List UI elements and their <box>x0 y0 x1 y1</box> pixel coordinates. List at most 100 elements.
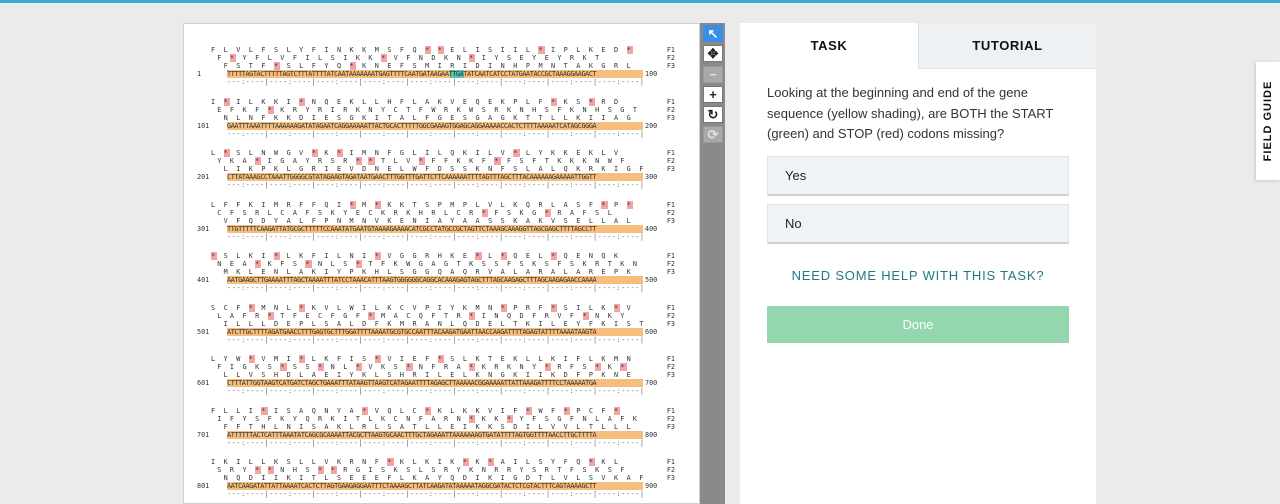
move-icon[interactable]: ✥ <box>703 45 723 62</box>
stop-codon-marker: * <box>506 414 514 423</box>
reading-frame-2: L A F R * T F E C F G F * M A C Q F T R … <box>217 311 627 320</box>
frame-label: F1 <box>666 149 675 157</box>
stop-codon-marker: * <box>582 311 589 320</box>
tab-tutorial[interactable]: TUTORIAL <box>918 23 1096 69</box>
plus-icon[interactable]: + <box>703 86 723 103</box>
dna-start-number: 301 <box>197 224 210 233</box>
dna-start-number: 501 <box>197 327 210 336</box>
refresh-icon[interactable]: ⟳ <box>703 126 723 143</box>
sequence-viewer[interactable]: F L V L F S L Y F I N K K M S F Q * * E … <box>183 23 700 504</box>
frame-label: F3 <box>666 474 675 482</box>
dna-text: AATGAAGCTTGAAAATTTAGCTAAAATTTATCCTAAACAT… <box>227 276 597 284</box>
dna-row: 401 AATGAAGCTTGAAAATTTAGCTAAAATTTATCCTAAA… <box>197 276 695 284</box>
stop-codon-marker: * <box>626 46 633 54</box>
stop-codon-marker: * <box>614 406 621 415</box>
stop-codon-marker: * <box>355 363 363 371</box>
stop-codon-marker: * <box>311 149 319 157</box>
frame-label: F1 <box>666 458 675 466</box>
stop-codon-marker: * <box>544 363 552 371</box>
frame-label: F2 <box>666 105 675 114</box>
top-accent-bar <box>0 0 1280 3</box>
frame-label: F3 <box>666 113 675 122</box>
stop-codon-marker: * <box>255 466 262 474</box>
dna-sequence: AATCAAGATATTATTAAAATCACTCTTAGTGAAGAGGAAT… <box>227 482 643 490</box>
dna-text: GAATTTAAATTTTAAAAAAGATATAGAATCAGGAAAAATT… <box>227 121 597 130</box>
stop-codon-marker: * <box>267 311 274 320</box>
dna-end-number: 300 <box>645 173 658 181</box>
reading-frame-3: N Q D I I K I T L S E E E F L K A Y Q D … <box>223 474 646 482</box>
done-button[interactable]: Done <box>767 306 1069 343</box>
dna-end-number: 400 <box>645 224 658 233</box>
sequence-block: S C F * M N L * K V L W I L K C V P I Y … <box>197 303 695 356</box>
stop-codon-marker: * <box>551 303 558 312</box>
stop-codon-marker: * <box>469 414 476 423</box>
stop-codon-marker: * <box>462 458 470 466</box>
sequence-block: * S L K I * L K F I L N I * V G G R H K … <box>197 252 695 304</box>
reading-frame-1: I * I L K K I * N Q E K L L H F L A K V … <box>211 97 621 106</box>
stop-codon-marker: * <box>381 54 388 62</box>
answer-no-button[interactable]: No <box>767 204 1069 244</box>
stop-codon-marker: * <box>223 97 230 106</box>
position-ruler: ---:----|----:----|----:----|----:----|-… <box>227 181 643 189</box>
help-link[interactable]: NEED SOME HELP WITH THIS TASK? <box>767 268 1069 283</box>
frame-label: F1 <box>666 355 675 363</box>
stop-codon-marker: * <box>500 303 507 312</box>
stop-codon-marker: * <box>588 458 596 466</box>
minus-icon[interactable]: − <box>703 66 723 83</box>
position-ruler: ---:----|----:----|----:----|----:----|-… <box>227 129 643 138</box>
reading-frame-1: L * S L N W G V * K * I M N F G L I L Q … <box>211 149 621 157</box>
dna-end-number: 100 <box>645 70 658 78</box>
frame-label: F3 <box>666 165 675 173</box>
frame-label: F1 <box>666 200 675 209</box>
frame-label: F1 <box>666 406 675 415</box>
field-guide-label: FIELD GUIDE <box>1262 80 1274 162</box>
tab-task[interactable]: TASK <box>740 23 918 69</box>
frame-label: F2 <box>666 208 675 217</box>
dna-start-number: 1 <box>197 70 202 78</box>
stop-codon-marker: * <box>494 157 501 165</box>
frame-label: F2 <box>666 260 675 268</box>
stop-codon-marker: * <box>374 252 382 260</box>
dna-text: ATCTTGCTTTTAGATGAACCTTTGAGTGCTTTGGATTTTA… <box>227 327 597 336</box>
stop-codon-marker: * <box>481 208 489 217</box>
pointer-icon[interactable]: ↖ <box>703 25 723 42</box>
stop-codon-marker: * <box>620 363 627 371</box>
frame-label: F3 <box>666 319 675 328</box>
reading-frame-1: F L L I * I S A Q N Y A * V Q L C * K L … <box>211 406 621 415</box>
stop-codon-marker: * <box>273 62 281 70</box>
sequence-block: L F F K I M R F F Q I * M * K K T S P M … <box>197 200 695 253</box>
dna-sequence: CTTATAAAGCCTAAATTGGGGCGTATAGAAGTAGATAATG… <box>227 173 643 181</box>
dna-sequence: TTTTTAGTACTTTTTAGTCTTTATTTTATCAATAAAAAAA… <box>227 70 643 78</box>
frame-label: F2 <box>666 466 675 474</box>
task-question: Looking at the beginning and end of the … <box>767 85 1054 141</box>
sequence-block: I K I L L K S L L V K R N F * K L K I K … <box>197 458 695 503</box>
reading-frame-3: L I K P K L G R I E V D N E L W F D S S … <box>223 165 646 173</box>
position-ruler: ---:----|----:----|----:----|----:----|-… <box>227 387 643 395</box>
position-ruler: ---:----|----:----|----:----|----:----|-… <box>227 438 643 447</box>
stop-codon-marker: * <box>425 46 432 54</box>
sequence-block: I * I L K K I * N Q E K L L H F L A K V … <box>197 97 695 150</box>
field-guide-tab[interactable]: FIELD GUIDE <box>1256 62 1280 180</box>
frame-label: F3 <box>666 216 675 225</box>
stop-codon-marker: * <box>469 363 476 371</box>
dna-start-number: 101 <box>197 121 210 130</box>
stop-codon-marker: * <box>418 157 426 165</box>
stop-codon-marker: * <box>318 466 325 474</box>
reading-frame-3: F S T F * S L F Y Q * K N E F S M I R I … <box>223 62 633 70</box>
reading-frame-1: F L V L F S L Y F I N K K M S F Q * * E … <box>211 46 633 54</box>
dna-start-number: 601 <box>197 379 210 387</box>
frame-label: F1 <box>666 97 675 106</box>
reading-frame-1: S C F * M N L * K V L W I L K C V P I Y … <box>211 303 633 312</box>
stop-codon-marker: * <box>299 303 306 312</box>
position-ruler: ---:----|----:----|----:----|----:----|-… <box>227 284 643 292</box>
stop-codon-marker: * <box>223 149 230 157</box>
stop-codon-marker: * <box>305 260 312 268</box>
answer-yes-button[interactable]: Yes <box>767 156 1069 196</box>
dna-text: CTTTATTGGTAAGTCATGATCTAGCTGAAATTTATAAGTT… <box>227 379 597 387</box>
dna-end-number: 500 <box>645 276 658 284</box>
rotate-icon[interactable]: ↻ <box>703 106 723 123</box>
dna-text: TTTTTAGTACTTTTTAGTCTTTATTTTATCAATAAAAAAA… <box>227 70 597 78</box>
dna-end-number: 800 <box>645 430 658 439</box>
stop-codon-marker: * <box>588 97 596 106</box>
stop-codon-marker: * <box>374 355 382 363</box>
